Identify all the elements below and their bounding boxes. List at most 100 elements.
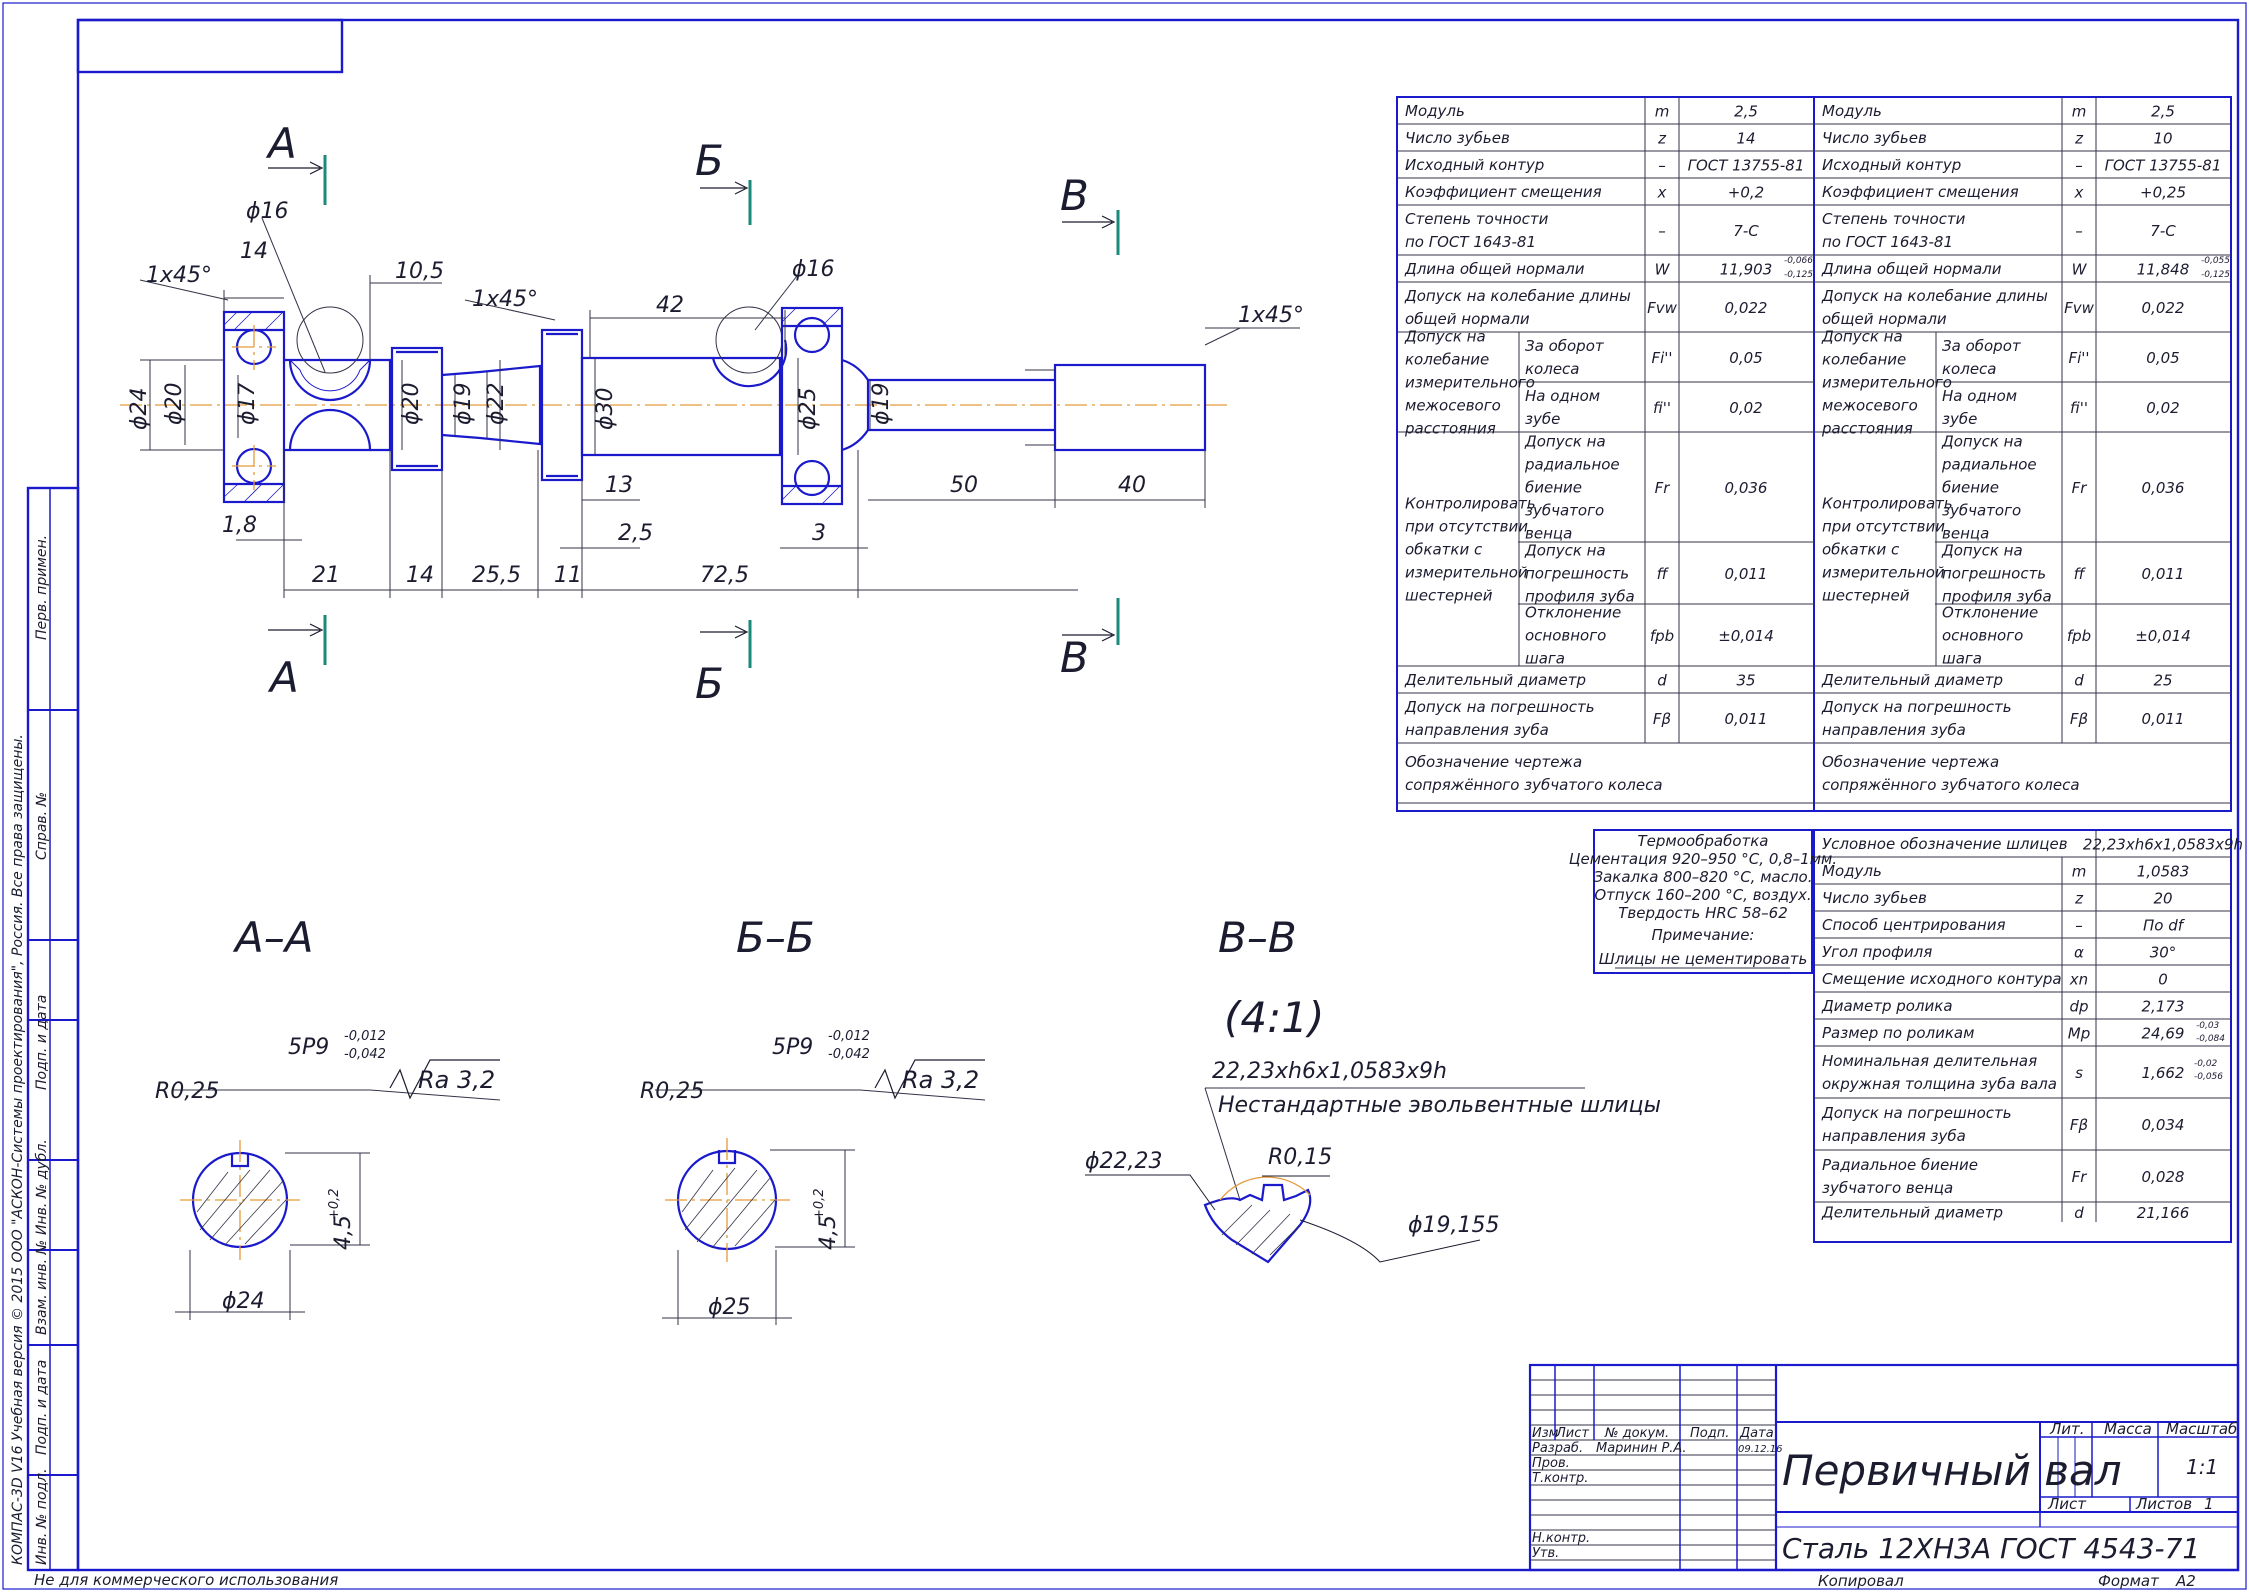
gear-param-1-10: погрешность [1942,565,2046,583]
spline-table: Условное обозначение шлицев 22,23xh6x1,05… [1813,829,2243,1243]
gear-symbol-1-10: ff [2074,565,2087,583]
gear-symbol-1-5: W [2072,261,2088,279]
tb-date-0: 09.12.16 [1738,1444,1783,1455]
gear-wtol-lo-0: -0,125 [1784,270,1813,280]
gear-param-1-8: На одном [1942,387,2017,405]
dim-d20-collar: ϕ20 [399,382,424,425]
spline-symbol-7: Mp [2068,1025,2090,1043]
gear-value-0-13: 0,011 [1725,710,1768,728]
gear-value-0-7: 0,05 [1729,349,1762,367]
gear-param-0-12: Делительный диаметр [1404,671,1586,689]
spline-param-6: Диаметр ролика [1821,997,1953,1015]
gear-param-1-4: по ГОСТ 1643-81 [1822,233,1953,251]
dim-d22: ϕ22 [484,382,509,425]
gear-param-1-9: Допуск на [1941,433,2023,451]
dim-d30: ϕ30 [593,387,618,430]
dim-d24: ϕ24 [127,387,152,430]
gear-param-0-4: по ГОСТ 1643-81 [1405,233,1536,251]
spline-param-9: направления зуба [1822,1127,1966,1145]
spline-value-8: 1,662 [2142,1064,2185,1082]
dim-2-5: 2,5 [618,521,653,546]
dim-d16-right: ϕ16 [792,257,835,282]
dim-10-5: 10,5 [395,259,444,284]
side-copyright: КОМПАС-3D V16 Учебная версия © 2015 ООО … [10,734,26,1565]
spline-mp-tol-lo: -0,084 [2196,1034,2225,1044]
note-line-7: Шлицы не цементировать [1599,950,1808,968]
gear-wtol-lo-1: -0,125 [2201,270,2230,280]
dim-13: 13 [605,473,633,498]
gear-value-0-11: ±0,014 [1718,627,1774,645]
title-block-material: Сталь 12ХН3А ГОСТ 4543-71 [1782,1532,2200,1565]
spline-value-3: По df [2143,917,2186,935]
gear-group1-1: Допуск на [1821,328,1903,346]
section-letter-v-top: В [1060,171,1089,220]
gear-value-0-5: 11,903 [1720,261,1773,279]
aa-roughness: Ra 3,2 [418,1066,495,1094]
gear-group2-1: Контролировать [1822,495,1953,513]
gear-param-1-12: Делительный диаметр [1821,671,2003,689]
spline-value-7: 24,69 [2142,1025,2185,1043]
drawing-sheet: Перв. примен. Справ. № Подп. и дата Инв.… [2,2,2247,1590]
tb-role-2: Т.контр. [1532,1471,1588,1486]
shaft-view: А А Б Б В В ϕ16 ϕ16 1x45° 1x45° 1x45° 14… [120,119,1304,708]
spline-value-10: 0,028 [2142,1168,2185,1186]
spline-symbol-5: xn [2069,971,2088,989]
gear-param-0-8: зубе [1525,410,1560,428]
gear-group1-0: измерительного [1405,374,1535,392]
gear-param-0-4: Степень точности [1405,210,1549,228]
gear-param-0-9: Допуск на [1524,433,1606,451]
gear-param-0-11: Отклонение [1525,604,1621,622]
bb-depth-tol: +0,2 [812,1188,827,1220]
tb-header-1: Лист [1555,1426,1589,1441]
section-bb: Б–Б R0,25 5P9 -0,012 -0,042 Ra 3,2 4,5 +… [640,913,986,1325]
spline-value-0: 22,23xh6x1,0583x9h [2083,836,2243,854]
spline-param-10: Радиальное биение [1822,1156,1978,1174]
gear-param-1-10: Допуск на [1941,542,2023,560]
gear-value-0-1: 14 [1736,130,1755,148]
notes-box: Термообработка Цементация 920–950 °С, 0,… [1569,829,1837,974]
gear-symbol-0-10: ff [1657,565,1670,583]
gear-value-0-2: ГОСТ 13755-81 [1688,157,1805,175]
gear-value-1-6: 0,022 [2142,299,2185,317]
sheets-label: Листов [2135,1495,2192,1513]
spline-symbol-3: – [2075,917,2083,935]
section-letter-v-bottom: В [1060,633,1089,682]
gear-param-1-13: направления зуба [1822,721,1966,739]
tb-header-0: Изм [1532,1426,1559,1441]
gear-symbol-1-9: Fr [2072,479,2088,497]
spline-param-9: Допуск на погрешность [1821,1104,2012,1122]
gear-symbol-0-2: – [1658,157,1666,175]
spline-value-2: 20 [2153,890,2172,908]
bb-key-tol-lo: -0,042 [828,1047,870,1062]
gear-value-0-4: 7-С [1733,222,1759,240]
gear-value-0-12: 35 [1736,672,1755,690]
bb-diameter: ϕ25 [708,1295,751,1320]
gear-group2-0: обкатки с [1405,541,1483,559]
spline-symbol-10: Fr [2072,1168,2088,1186]
spline-param-4: Угол профиля [1822,943,1932,961]
gear-symbol-0-8: fi'' [1653,399,1671,417]
side-label-inv-podl: Инв. № подл. [34,1468,50,1565]
gear-param-1-14: сопряжённого зубчатого колеса [1822,776,2080,794]
gear-group2-0: шестерней [1405,587,1493,605]
dim-chamfer-1: 1x45° [146,263,212,288]
vv-diameter-2: ϕ19,155 [1408,1213,1500,1238]
tb-role-0: Разраб. [1532,1441,1583,1456]
dim-11: 11 [554,563,582,588]
gear-param-0-9: радиальное [1524,456,1620,474]
gear-group2-1: обкатки с [1822,541,1900,559]
spline-symbol-11: d [2074,1204,2084,1222]
gear-param-0-8: На одном [1525,387,1600,405]
dim-d19-right: ϕ19 [869,382,894,425]
gear-param-0-13: направления зуба [1405,721,1549,739]
section-bb-title: Б–Б [736,913,815,962]
copy-label: Копировал [1818,1572,1904,1590]
gear-param-0-11: основного [1525,627,1606,645]
dim-72-5: 72,5 [700,563,749,588]
spline-symbol-4: α [2074,944,2084,962]
dim-1-8: 1,8 [222,513,257,538]
gear-value-1-9: 0,036 [2142,479,2185,497]
note-line-4: Отпуск 160–200 °С, воздух. [1594,886,1811,904]
gear-param-0-9: зубчатого [1525,502,1604,520]
tb-header-3: Подп. [1690,1426,1729,1441]
